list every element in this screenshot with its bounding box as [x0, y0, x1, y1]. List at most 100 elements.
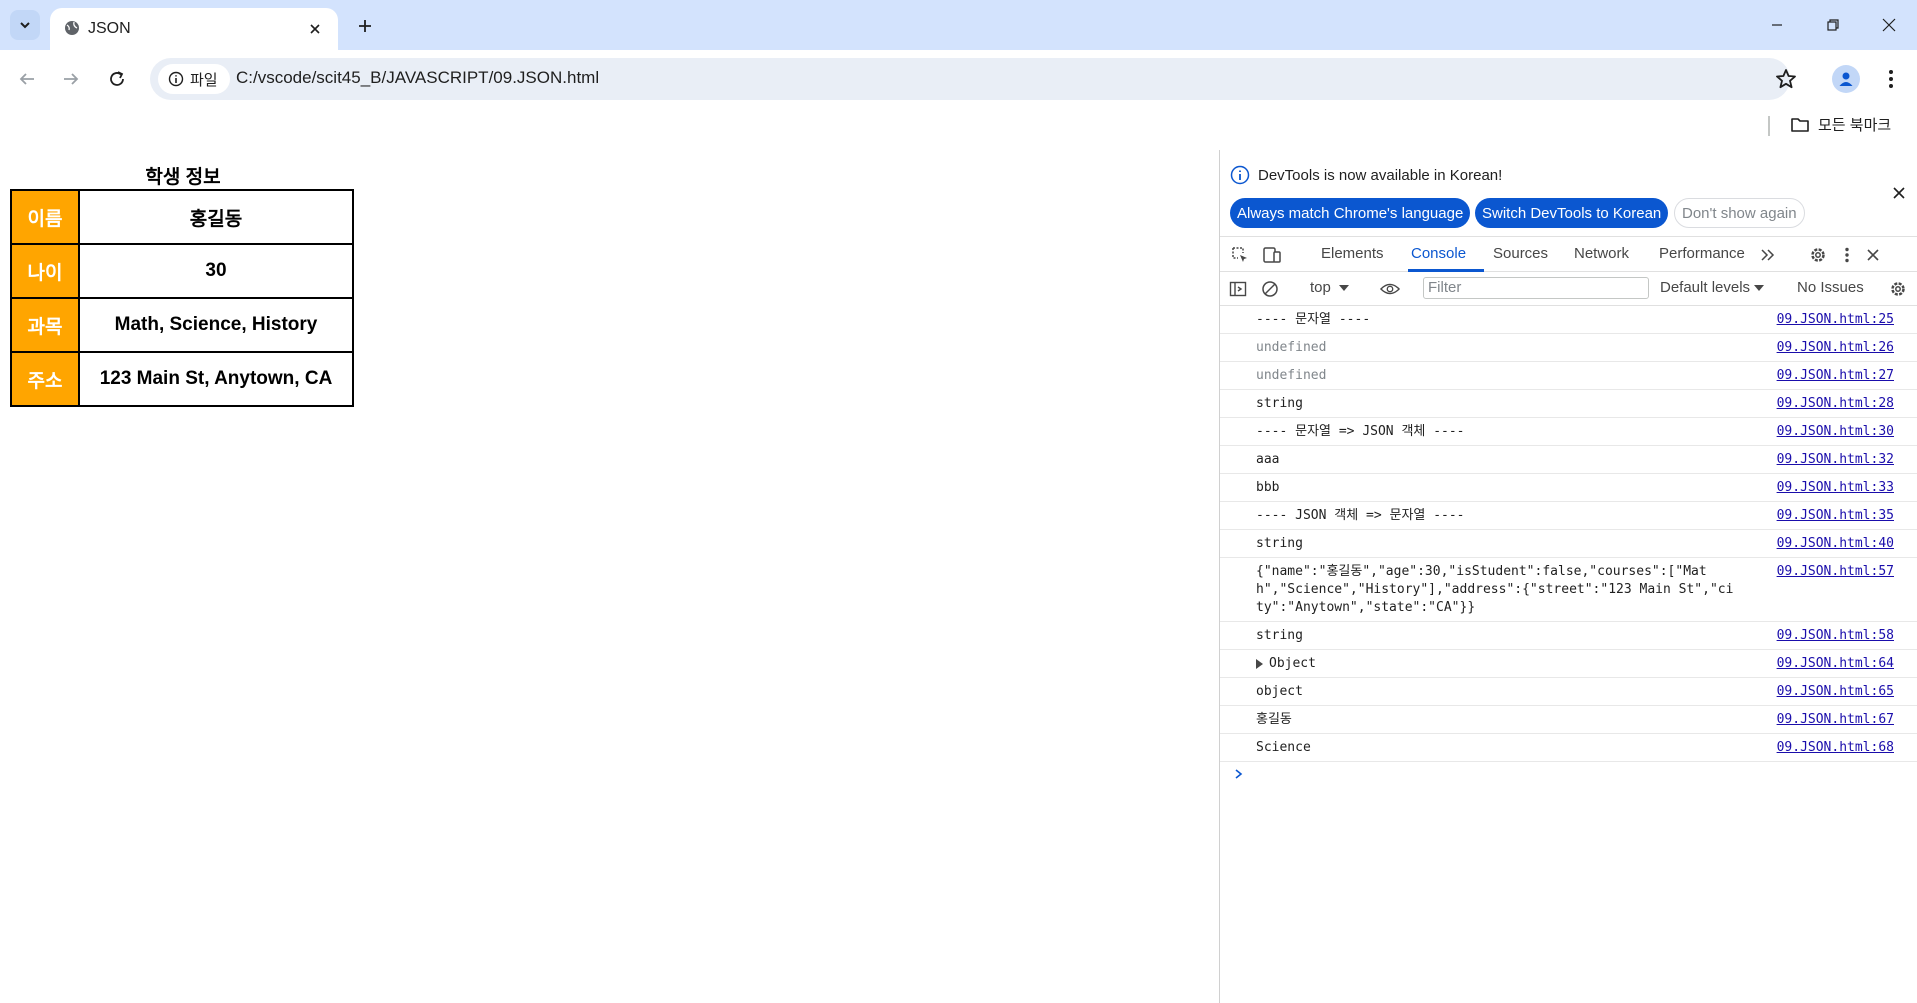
address-bar[interactable]: 파일 C:/vscode/scit45_B/JAVASCRIPT/09.JSON… — [150, 58, 1796, 100]
console-line: string 09.JSON.html:58 — [1220, 622, 1917, 650]
source-link[interactable]: 09.JSON.html:64 — [1777, 655, 1894, 673]
all-bookmarks-label: 모든 북마크 — [1818, 117, 1892, 134]
source-link[interactable]: 09.JSON.html:33 — [1777, 479, 1894, 497]
close-window-button[interactable] — [1878, 14, 1900, 36]
new-tab-button[interactable] — [352, 13, 378, 39]
console-message: string — [1256, 628, 1303, 643]
devtools-tabbar: Elements Console Sources Network Perform… — [1220, 236, 1917, 272]
source-link[interactable]: 09.JSON.html:68 — [1777, 739, 1894, 757]
console-message: ---- 문자열 ---- — [1256, 312, 1371, 327]
source-link[interactable]: 09.JSON.html:57 — [1777, 563, 1894, 581]
log-levels-dropdown[interactable]: Default levels — [1660, 279, 1765, 296]
source-link[interactable]: 09.JSON.html:26 — [1777, 339, 1894, 357]
console-settings-gear-icon[interactable] — [1888, 279, 1908, 299]
restore-button[interactable] — [1822, 14, 1844, 36]
console-line: ---- 문자열 => JSON 객체 ---- 09.JSON.html:30 — [1220, 418, 1917, 446]
url-text[interactable]: C:/vscode/scit45_B/JAVASCRIPT/09.JSON.ht… — [236, 68, 599, 88]
tab-sources[interactable]: Sources — [1493, 245, 1548, 262]
chevron-down-icon — [20, 22, 30, 29]
devtools-menu-icon[interactable] — [1837, 245, 1857, 265]
device-toolbar-icon[interactable] — [1262, 245, 1282, 265]
tab-search-button[interactable] — [10, 10, 40, 40]
row-value: Math, Science, History — [78, 297, 354, 353]
dont-show-again-button[interactable]: Don't show again — [1674, 198, 1805, 228]
source-link[interactable]: 09.JSON.html:28 — [1777, 395, 1894, 413]
profile-avatar[interactable] — [1832, 65, 1860, 93]
console-message: ---- JSON 객체 => 문자열 ---- — [1256, 508, 1465, 523]
minimize-icon — [1772, 24, 1782, 26]
console-line: {"name":"홍길동","age":30,"isStudent":false… — [1220, 558, 1917, 622]
tab-performance[interactable]: Performance — [1659, 245, 1745, 262]
issues-counter[interactable]: No Issues — [1797, 279, 1864, 296]
tab-network[interactable]: Network — [1574, 245, 1629, 262]
console-message: Science — [1256, 740, 1311, 755]
console-line: aaa 09.JSON.html:32 — [1220, 446, 1917, 474]
console-line: object 09.JSON.html:65 — [1220, 678, 1917, 706]
console-line: 홍길동 09.JSON.html:67 — [1220, 706, 1917, 734]
console-message: ---- 문자열 => JSON 객체 ---- — [1256, 424, 1465, 439]
close-devtools-icon[interactable] — [1863, 245, 1883, 265]
settings-gear-icon[interactable] — [1808, 245, 1828, 265]
clear-console-icon[interactable] — [1260, 279, 1280, 299]
dropdown-triangle-icon — [1754, 284, 1765, 291]
source-link[interactable]: 09.JSON.html:65 — [1777, 683, 1894, 701]
console-filter-input[interactable]: Filter — [1423, 277, 1649, 299]
bookmark-star-icon[interactable] — [1774, 67, 1798, 91]
expand-triangle-icon[interactable] — [1256, 658, 1263, 669]
console-message: undefined — [1256, 340, 1327, 355]
minimize-button[interactable] — [1766, 14, 1788, 36]
console-output: ---- 문자열 ---- 09.JSON.html:25 undefined … — [1220, 306, 1917, 788]
source-link[interactable]: 09.JSON.html:40 — [1777, 535, 1894, 553]
source-link[interactable]: 09.JSON.html:32 — [1777, 451, 1894, 469]
folder-icon — [1791, 117, 1809, 132]
site-info-label: 파일 — [190, 71, 218, 89]
console-line: ---- 문자열 ---- 09.JSON.html:25 — [1220, 306, 1917, 334]
browser-toolbar: 파일 C:/vscode/scit45_B/JAVASCRIPT/09.JSON… — [0, 50, 1917, 108]
active-tab[interactable]: JSON — [50, 8, 338, 50]
site-info-chip[interactable]: 파일 — [158, 64, 230, 94]
console-message: string — [1256, 396, 1303, 411]
source-link[interactable]: 09.JSON.html:67 — [1777, 711, 1894, 729]
table-caption: 학생 정보 — [145, 167, 221, 188]
language-infobar: DevTools is now available in Korean! Alw… — [1220, 150, 1917, 236]
source-link[interactable]: 09.JSON.html:25 — [1777, 311, 1894, 329]
table-row: 과목 Math, Science, History — [10, 297, 354, 353]
student-info-table: 이름 홍길동 나이 30 과목 Math, Science, History 주… — [10, 189, 354, 407]
source-link[interactable]: 09.JSON.html:58 — [1777, 627, 1894, 645]
close-infobar-icon[interactable] — [1892, 186, 1906, 200]
bookmarks-bar: 모든 북마크 — [0, 108, 1917, 142]
row-label: 이름 — [10, 189, 80, 245]
tab-elements[interactable]: Elements — [1321, 245, 1384, 262]
tab-title: JSON — [88, 20, 131, 37]
table-row: 나이 30 — [10, 243, 354, 299]
all-bookmarks-button[interactable]: 모든 북마크 — [1790, 114, 1891, 135]
sidebar-toggle-icon[interactable] — [1228, 279, 1248, 299]
console-line-expandable[interactable]: Object 09.JSON.html:64 — [1220, 650, 1917, 678]
reload-button[interactable] — [104, 66, 130, 92]
row-label: 나이 — [10, 243, 80, 299]
console-prompt[interactable] — [1220, 762, 1917, 788]
infobar-message: DevTools is now available in Korean! — [1258, 167, 1503, 184]
source-link[interactable]: 09.JSON.html:27 — [1777, 367, 1894, 385]
live-expression-eye-icon[interactable] — [1380, 279, 1400, 299]
browser-menu-button[interactable] — [1880, 65, 1902, 93]
tab-console[interactable]: Console — [1411, 245, 1466, 262]
console-object-message[interactable]: Object — [1220, 650, 1730, 677]
source-link[interactable]: 09.JSON.html:30 — [1777, 423, 1894, 441]
switch-korean-button[interactable]: Switch DevTools to Korean — [1475, 198, 1669, 228]
back-button[interactable] — [14, 66, 40, 92]
console-line: undefined 09.JSON.html:27 — [1220, 362, 1917, 390]
console-line: undefined 09.JSON.html:26 — [1220, 334, 1917, 362]
table-row: 이름 홍길동 — [10, 189, 354, 245]
match-language-button[interactable]: Always match Chrome's language — [1230, 198, 1471, 228]
reload-icon — [110, 71, 124, 86]
close-tab-icon[interactable] — [308, 22, 322, 36]
inspect-element-icon[interactable] — [1230, 245, 1250, 265]
row-value: 30 — [78, 243, 354, 299]
console-message: object — [1256, 684, 1303, 699]
more-tabs-icon[interactable] — [1758, 245, 1778, 265]
source-link[interactable]: 09.JSON.html:35 — [1777, 507, 1894, 525]
context-selector[interactable]: top — [1310, 279, 1349, 296]
console-line: string 09.JSON.html:40 — [1220, 530, 1917, 558]
forward-button[interactable] — [58, 66, 84, 92]
